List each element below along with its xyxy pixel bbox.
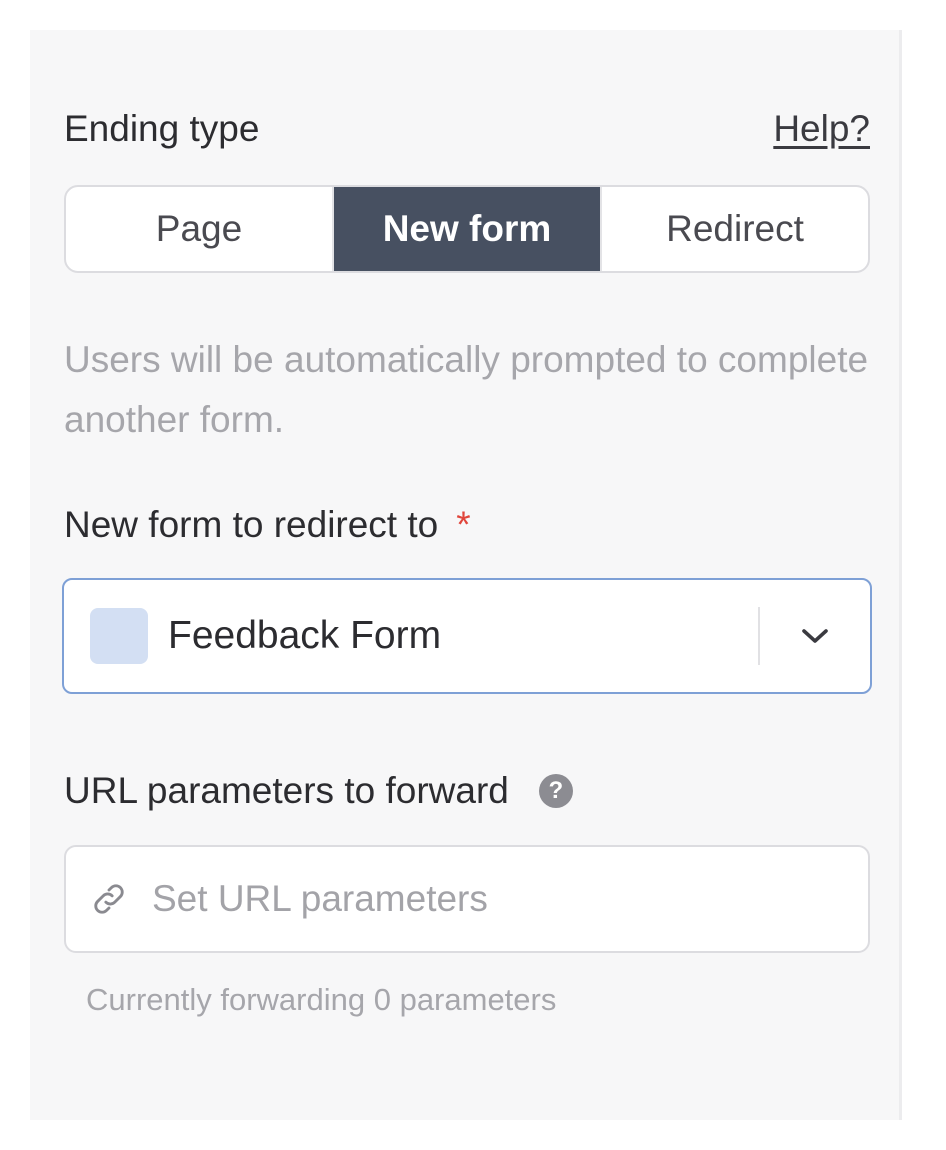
url-params-label-row: URL parameters to forward ?: [64, 770, 573, 812]
ending-type-new-form-option[interactable]: New form: [334, 187, 602, 271]
new-form-label-row: New form to redirect to *: [64, 504, 471, 546]
link-icon: [90, 880, 128, 918]
new-form-select[interactable]: Feedback Form: [62, 578, 872, 694]
ending-settings-panel: Ending type Help? Page New form Redirect…: [30, 30, 902, 1120]
new-form-label: New form to redirect to: [64, 504, 439, 545]
ending-type-redirect-option[interactable]: Redirect: [602, 187, 868, 271]
ending-type-label: Ending type: [64, 108, 260, 149]
chevron-down-icon[interactable]: [760, 626, 870, 646]
url-params-label: URL parameters to forward: [64, 770, 509, 811]
new-form-selected-value: Feedback Form: [168, 614, 442, 657]
form-color-swatch: [90, 608, 148, 664]
question-circle-icon[interactable]: ?: [538, 774, 573, 808]
ending-type-header: Ending type Help?: [64, 108, 870, 150]
url-params-input[interactable]: [150, 868, 868, 930]
url-params-field[interactable]: [64, 845, 870, 953]
required-marker: *: [456, 504, 471, 545]
ending-type-page-option[interactable]: Page: [66, 187, 334, 271]
help-link[interactable]: Help?: [773, 108, 870, 150]
url-params-status: Currently forwarding 0 parameters: [86, 982, 557, 1017]
ending-type-segmented-control: Page New form Redirect: [64, 185, 870, 273]
ending-type-description: Users will be automatically prompted to …: [64, 339, 869, 440]
